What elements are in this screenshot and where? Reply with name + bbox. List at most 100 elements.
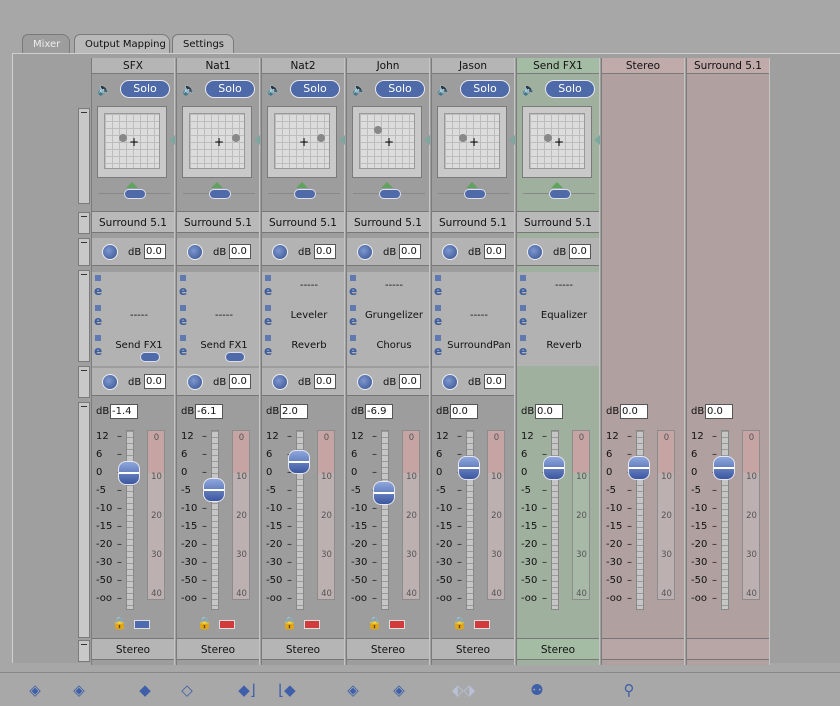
insert-slot[interactable]: e ----- <box>92 302 174 332</box>
gain-value-field[interactable]: 0.0 <box>229 244 251 259</box>
speaker-icon[interactable]: 🔈 <box>97 82 113 96</box>
fader-value-field[interactable]: -1.4 <box>110 404 138 419</box>
fader-knob[interactable] <box>373 480 395 505</box>
gain-knob[interactable] <box>357 244 373 260</box>
fader-track[interactable] <box>381 430 389 610</box>
edit-icon[interactable]: e <box>519 314 527 328</box>
channel-color-swatch[interactable] <box>474 620 490 629</box>
panner-grid[interactable]: + <box>274 113 330 169</box>
pan-source-dot[interactable] <box>232 134 240 142</box>
insert-enable-led[interactable] <box>95 335 101 341</box>
send-gain-knob[interactable] <box>442 374 458 390</box>
send-level-knob[interactable] <box>225 352 245 362</box>
edit-icon[interactable]: e <box>434 284 442 298</box>
arrow-right-icon[interactable]: ◈ <box>390 681 408 699</box>
fader-knob[interactable] <box>628 456 650 480</box>
surround-panner[interactable]: + <box>182 106 260 178</box>
insert-enable-led[interactable] <box>95 275 101 281</box>
insert-enable-led[interactable] <box>180 275 186 281</box>
bus-select[interactable]: Stereo <box>262 638 344 660</box>
collapse-bus-button[interactable] <box>78 640 90 662</box>
link-lock-icon[interactable]: 🔒 <box>197 616 212 630</box>
panner-grid[interactable]: + <box>104 113 160 169</box>
edit-icon[interactable]: e <box>519 344 527 358</box>
fader-knob[interactable] <box>543 456 565 480</box>
insert-slot[interactable]: e <box>177 272 259 302</box>
collapse-gain-button[interactable] <box>78 238 90 266</box>
pan-width-slider[interactable] <box>98 189 170 201</box>
insert-left-icon[interactable]: ◈ <box>26 681 44 699</box>
diamond-enter-icon[interactable]: ◆⌋ <box>238 681 256 699</box>
channel-color-swatch[interactable] <box>304 620 320 629</box>
solo-button[interactable]: Solo <box>290 80 340 98</box>
send-value-field[interactable]: 0.0 <box>229 374 251 389</box>
insert-enable-led[interactable] <box>180 335 186 341</box>
bus-select[interactable]: Stereo <box>347 638 429 660</box>
diamond-icon[interactable]: ◆ <box>136 681 154 699</box>
insert-slot[interactable]: e Reverb <box>262 332 344 362</box>
output-select[interactable]: Surround 5.1 <box>262 211 344 233</box>
insert-slot[interactable]: e Equalizer <box>517 302 599 332</box>
fader-track[interactable] <box>211 430 219 610</box>
panner-grid[interactable]: + <box>529 113 585 169</box>
edit-icon[interactable]: e <box>94 314 102 328</box>
output-select[interactable]: Surround 5.1 <box>92 211 174 233</box>
insert-slot[interactable]: e Chorus <box>347 332 429 362</box>
solo-button[interactable]: Solo <box>120 80 170 98</box>
link-lock-icon[interactable]: 🔒 <box>367 616 382 630</box>
insert-enable-led[interactable] <box>265 275 271 281</box>
pan-width-slider[interactable] <box>183 189 255 201</box>
pan-width-knob[interactable] <box>464 189 486 199</box>
edit-icon[interactable]: e <box>179 284 187 298</box>
fader-knob[interactable] <box>713 456 735 480</box>
fader-knob[interactable] <box>288 450 310 474</box>
joystick-icon[interactable]: ⚉ <box>528 681 546 699</box>
insert-slot[interactable]: e ----- <box>177 302 259 332</box>
output-select[interactable]: Surround 5.1 <box>517 211 599 233</box>
speaker-icon[interactable]: 🔈 <box>352 82 368 96</box>
fader-track[interactable] <box>126 430 134 610</box>
pan-width-knob[interactable] <box>124 189 146 199</box>
bus-select[interactable]: Stereo <box>177 638 259 660</box>
insert-slot[interactable]: e Leveler <box>262 302 344 332</box>
insert-enable-led[interactable] <box>435 275 441 281</box>
speaker-icon[interactable]: 🔈 <box>267 82 283 96</box>
insert-slot[interactable]: e ----- <box>517 272 599 302</box>
pan-source-dot[interactable] <box>317 134 325 142</box>
fader-value-field[interactable]: 0.0 <box>620 404 648 419</box>
insert-slot[interactable]: e Send FX1 <box>177 332 259 362</box>
send-value-field[interactable]: 0.0 <box>484 374 506 389</box>
gain-value-field[interactable]: 0.0 <box>569 244 591 259</box>
surround-panner[interactable]: + <box>522 106 600 178</box>
tab-mixer[interactable]: Mixer <box>22 34 70 54</box>
surround-panner[interactable]: + <box>352 106 430 178</box>
fader-knob[interactable] <box>203 477 225 502</box>
panner-grid[interactable]: + <box>359 113 415 169</box>
insert-slot[interactable]: e ----- <box>432 302 514 332</box>
link-lock-icon[interactable]: 🔒 <box>282 616 297 630</box>
pan-width-slider[interactable] <box>353 189 425 201</box>
send-value-field[interactable]: 0.0 <box>314 374 336 389</box>
gain-knob[interactable] <box>442 244 458 260</box>
fader-value-field[interactable]: -6.9 <box>365 404 393 419</box>
diamond-outline-icon[interactable]: ◇ <box>178 681 196 699</box>
edit-icon[interactable]: e <box>264 314 272 328</box>
output-select[interactable]: Surround 5.1 <box>347 211 429 233</box>
solo-button[interactable]: Solo <box>545 80 595 98</box>
diamond-exit-icon[interactable]: ⌊◆ <box>278 681 296 699</box>
insert-slot[interactable]: e ----- <box>262 272 344 302</box>
gain-knob[interactable] <box>102 244 118 260</box>
link-lock-icon[interactable]: 🔒 <box>452 616 467 630</box>
send-gain-knob[interactable] <box>187 374 203 390</box>
pan-width-slider[interactable] <box>438 189 510 201</box>
fader-value-field[interactable]: 0.0 <box>705 404 733 419</box>
edit-icon[interactable]: e <box>519 284 527 298</box>
insert-slot[interactable]: e SurroundPan <box>432 332 514 362</box>
fader-knob[interactable] <box>458 456 480 480</box>
speaker-icon[interactable]: 🔈 <box>182 82 198 96</box>
surround-panner[interactable]: + <box>267 106 345 178</box>
channel-color-swatch[interactable] <box>389 620 405 629</box>
insert-enable-led[interactable] <box>180 305 186 311</box>
output-select[interactable]: Surround 5.1 <box>177 211 259 233</box>
pan-width-knob[interactable] <box>209 189 231 199</box>
